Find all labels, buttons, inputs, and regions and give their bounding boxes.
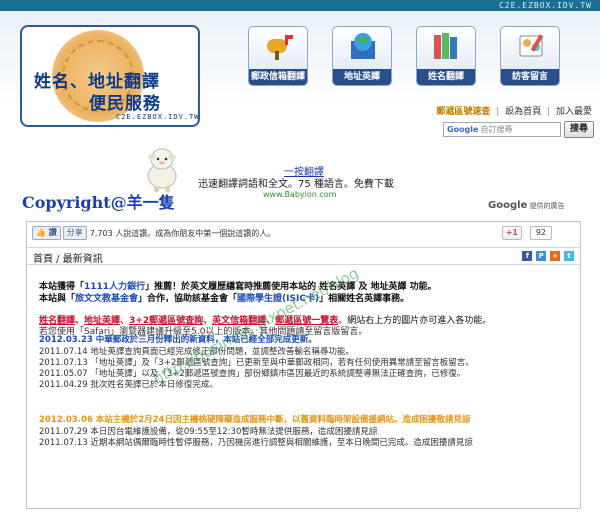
sub-links: 郵遞區號速查 | 設為首頁 | 加入最愛 xyxy=(436,104,592,117)
nav-label: 地址英譯 xyxy=(333,69,391,85)
divider: | xyxy=(547,107,551,117)
nav-address-translation[interactable]: 地址英譯 xyxy=(332,26,392,86)
notice-item: 2011.07.13 近期本網站偶爾臨時性暫停服務，乃因機房進行調整與相關維護，… xyxy=(39,438,473,448)
facebook-like-count-text: 7,703 人說這讚。成為你朋友中第一個說這讚的人。 xyxy=(89,228,276,238)
nav-guestbook[interactable]: 訪客留言 xyxy=(500,26,560,86)
mailbox-icon xyxy=(267,35,293,60)
twitter-icon[interactable]: t xyxy=(564,251,574,261)
site-logo[interactable]: 姓名、地址翻譯 便民服務 C2E.EZBOX.IDV.TW xyxy=(20,25,200,127)
globe-book-icon xyxy=(351,33,375,59)
nav-label: 訪客留言 xyxy=(501,69,559,85)
copyright-watermark: Copyright@羊一隻 xyxy=(22,193,175,212)
zip-lookup-link[interactable]: 郵遞區號速查 xyxy=(436,107,490,117)
facebook-like-button[interactable]: 👍 讚 xyxy=(32,226,61,240)
set-homepage-link[interactable]: 設為首頁 xyxy=(505,107,541,117)
search-input[interactable]: Google 自訂搜尋 xyxy=(443,122,561,137)
google-label: Google xyxy=(447,125,479,134)
notice-item: 2012.03.06 本站主機於2月24日因主機桃硬障礙造成服務中斷，以舊資料臨… xyxy=(39,415,471,425)
intro-text: 」相關姓名英譯事務。 xyxy=(319,294,410,304)
share-icon[interactable]: + xyxy=(550,251,561,261)
nav-label: 姓名翻譯 xyxy=(417,69,475,85)
ad-description: 迅速翻譯詞語和全文。75 種語言。免費下載 xyxy=(198,179,394,190)
google-plus-count: 92 xyxy=(529,226,552,240)
plurk-icon[interactable]: P xyxy=(536,251,547,261)
ads-by-google[interactable]: Google 提供的廣告 xyxy=(488,200,565,211)
books-icon xyxy=(434,33,457,59)
facebook-like-bar: 👍 讚分享 7,703 人說這讚。成為你朋友中第一個說這讚的人。 xyxy=(32,226,275,242)
facebook-share-button[interactable]: 分享 xyxy=(62,226,87,240)
foundation-link[interactable]: 旅文文教基金會 xyxy=(75,294,138,304)
intro-text: 本站與「 xyxy=(39,294,76,304)
logo-title-line2: 便民服務 xyxy=(89,94,161,114)
nav-label: 郵政信箱翻譯 xyxy=(249,69,307,85)
breadcrumb: 首頁 / 最新資訊 xyxy=(33,254,103,265)
ad-url[interactable]: www.Babylon.com xyxy=(263,190,336,199)
ads-by-google-text: 提供的廣告 xyxy=(529,202,565,210)
sheep-mascot-icon xyxy=(147,148,177,192)
add-favorite-link[interactable]: 加入最愛 xyxy=(556,107,592,117)
breadcrumb-bar: 首頁 / 最新資訊 f P + t xyxy=(27,247,580,265)
search-button[interactable]: 搜尋 xyxy=(564,121,594,138)
ads-by-google-brand: Google xyxy=(488,200,528,211)
news-item: 2011.04.29 批次姓名英譯已於本日修復完成。 xyxy=(39,380,218,390)
facebook-icon[interactable]: f xyxy=(522,251,533,261)
logo-subtitle: C2E.EZBOX.IDV.TW xyxy=(116,113,200,121)
intro-line-2: 本站與「旅文文教基金會」合作，協助該基金會「國際學生證(ISIC卡)」相關姓名英… xyxy=(39,291,409,304)
divider: | xyxy=(496,107,500,117)
facebook-like-label: 讚 xyxy=(48,228,57,237)
nav-postbox-translation[interactable]: 郵政信箱翻譯 xyxy=(248,26,308,86)
news-panel: 👍 讚分享 7,703 人說這讚。成為你朋友中第一個說這讚的人。 +1 92 首頁… xyxy=(26,221,581,509)
intro-text: 」合作，協助該基金會「 xyxy=(138,294,238,304)
news-item: 2012.03.23 中華郵政於三月份釋出的新資料，本站已經全部完成更新。 xyxy=(39,335,317,345)
social-share-icons: f P + t xyxy=(521,251,574,261)
nav-name-translation[interactable]: 姓名翻譯 xyxy=(416,26,476,86)
google-plus-one-button[interactable]: +1 xyxy=(501,226,522,240)
top-bar: C2E.EZBOX.IDV.TW xyxy=(0,0,600,11)
search-placeholder: 自訂搜尋 xyxy=(480,125,513,134)
guestbook-icon xyxy=(519,34,544,57)
top-bar-domain: C2E.EZBOX.IDV.TW xyxy=(498,1,592,10)
